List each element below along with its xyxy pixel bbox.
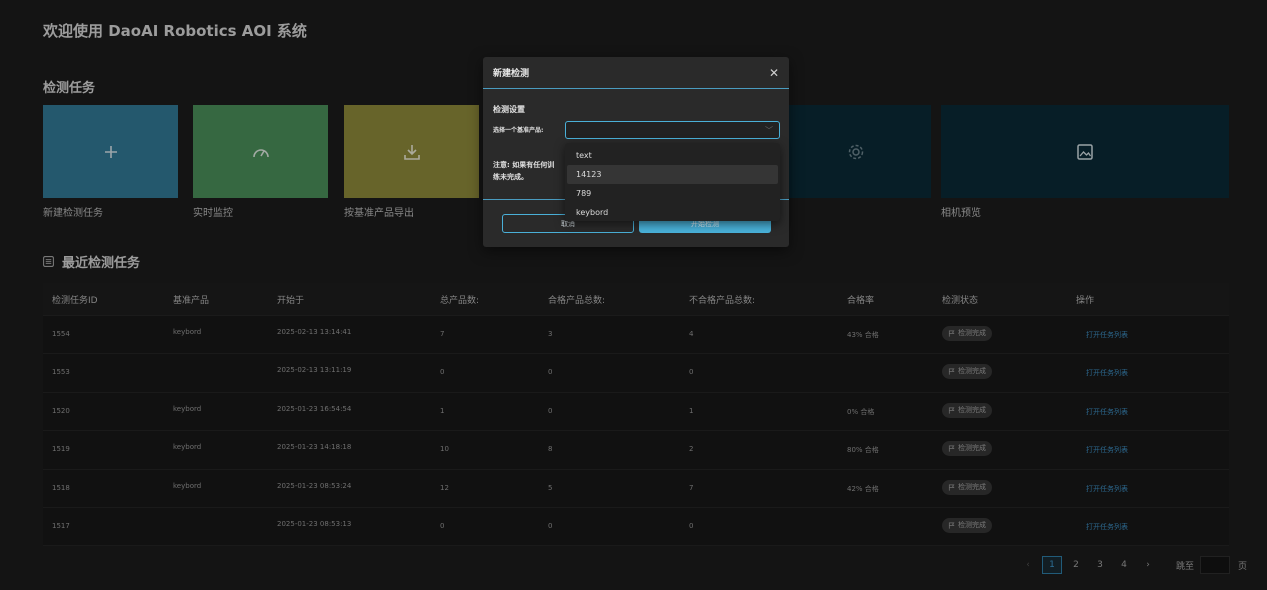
chevron-down-icon: ﹀ [765,126,773,135]
modal-title: 新建检测 [493,69,530,79]
dropdown-option-keybord[interactable]: keybord [567,203,778,222]
dropdown-option-789[interactable]: 789 [567,184,778,203]
modal-section-title: 检测设置 [493,105,525,114]
dropdown-option-text[interactable]: text [567,146,778,165]
close-icon[interactable]: ✕ [769,66,779,80]
product-dropdown: text 14123 789 keybord [565,143,780,221]
dropdown-option-14123[interactable]: 14123 [567,165,778,184]
modal-header: 新建检测 ✕ [483,57,789,89]
modal-note: 注意: 如果有任何训练未完成。 [493,161,555,181]
product-select-label: 选择一个基准产品: [493,127,544,134]
product-select[interactable]: ﹀ [565,121,780,139]
